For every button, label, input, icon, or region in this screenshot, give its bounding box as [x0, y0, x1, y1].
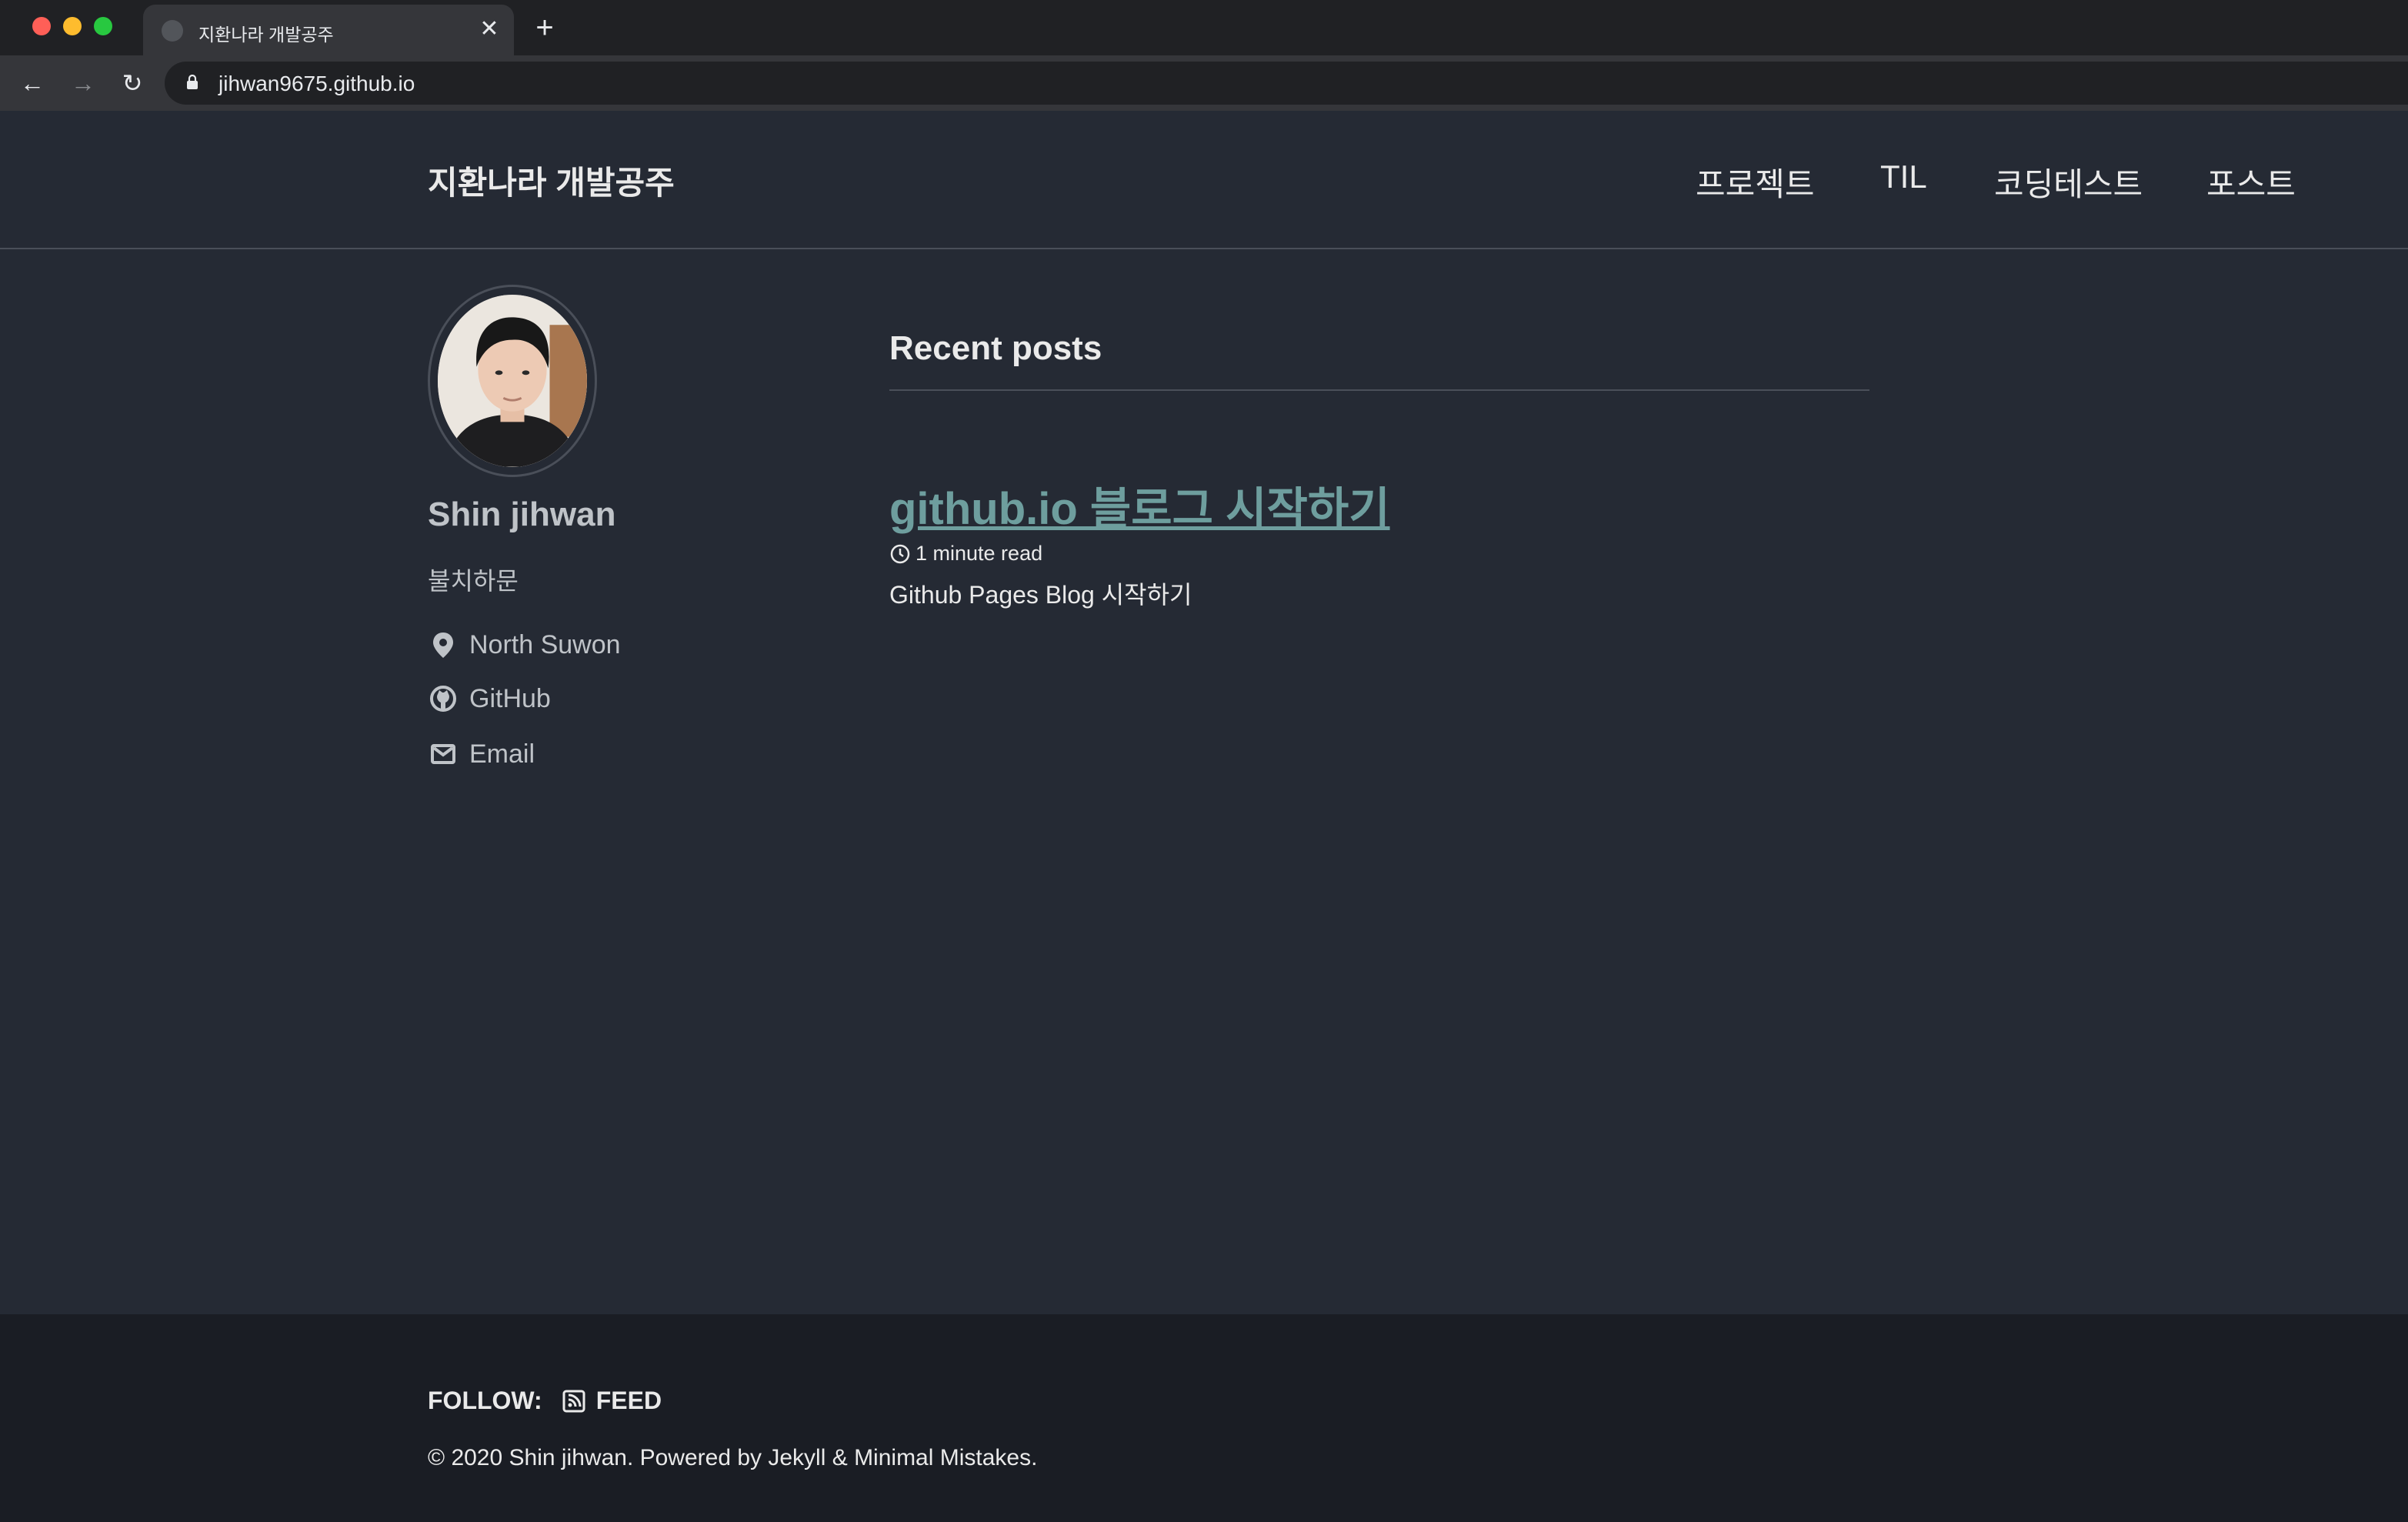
author-email-link[interactable]: Email	[428, 737, 535, 771]
browser-toolbar: ← → ↻ jihwan9675.github.io	[0, 55, 2408, 111]
author-name: Shin jihwan	[428, 496, 616, 533]
clock-icon	[890, 544, 910, 563]
nav-link-coding-test[interactable]: 코딩테스트	[1994, 159, 2143, 205]
feed-label: FEED	[595, 1387, 662, 1414]
author-location: North Suwon	[428, 628, 621, 662]
page-footer: FOLLOW: FEED © 2020 Shin jihwan. Powered…	[0, 1314, 2408, 1522]
masthead: 지환나라 개발공주 프로젝트 TIL 코딩테스트 포스트	[0, 111, 2408, 249]
nav-link-til[interactable]: TIL	[1880, 159, 1927, 195]
forward-arrow-icon[interactable]: →	[66, 66, 100, 100]
footer-follow: FOLLOW: FEED	[428, 1387, 662, 1415]
window-close-button[interactable]	[32, 17, 51, 35]
avatar-photo	[438, 295, 587, 467]
tab-title: 지환나라 개발공주	[198, 25, 334, 45]
github-icon	[430, 686, 456, 712]
lock-icon	[187, 75, 198, 89]
globe-icon	[162, 20, 183, 42]
page: 지환나라 개발공주 프로젝트 TIL 코딩테스트 포스트 Shin jihwan…	[0, 111, 2408, 1522]
nav-link-projects[interactable]: 프로젝트	[1696, 159, 1815, 205]
avatar	[428, 285, 597, 477]
person-photo-icon	[438, 295, 587, 467]
author-github-link[interactable]: GitHub	[428, 682, 551, 716]
follow-label: FOLLOW:	[428, 1387, 542, 1414]
window-zoom-button[interactable]	[94, 17, 112, 35]
tab-strip: 지환나라 개발공주 ✕ +	[0, 0, 2408, 55]
address-bar[interactable]: jihwan9675.github.io	[165, 62, 2408, 105]
browser-tab[interactable]: 지환나라 개발공주 ✕	[143, 5, 514, 55]
post-meta: 1 minute read	[889, 542, 1042, 566]
new-tab-button[interactable]: +	[529, 12, 560, 43]
rss-icon	[562, 1390, 585, 1412]
author-location-text: North Suwon	[469, 629, 621, 659]
post-read-time: 1 minute read	[916, 542, 1043, 565]
author-email-text: Email	[469, 739, 535, 769]
close-icon[interactable]: ✕	[475, 15, 503, 43]
back-arrow-icon[interactable]: ←	[15, 66, 49, 100]
map-marker-icon	[433, 632, 453, 658]
copyright-text: © 2020 Shin jihwan. Powered by Jekyll & …	[428, 1445, 1038, 1470]
envelope-icon	[431, 744, 455, 764]
feed-link[interactable]: FEED	[562, 1387, 662, 1415]
post-excerpt: Github Pages Blog 시작하기	[889, 581, 1192, 609]
author-github-text: GitHub	[469, 683, 551, 713]
author-bio: 불치하문	[428, 567, 519, 595]
site-title-link[interactable]: 지환나라 개발공주	[428, 157, 675, 204]
post-title-link[interactable]: github.io 블로그 시작하기	[889, 472, 1390, 537]
recent-posts-heading: Recent posts	[889, 329, 1102, 367]
window-minimize-button[interactable]	[63, 17, 82, 35]
url-text: jihwan9675.github.io	[218, 72, 415, 95]
browser-chrome: 지환나라 개발공주 ✕ + ← → ↻ jihwan9675.github.io	[0, 0, 2408, 111]
reload-icon[interactable]: ↻	[115, 66, 149, 100]
heading-divider	[889, 389, 1869, 391]
nav-link-posts[interactable]: 포스트	[2206, 159, 2296, 205]
